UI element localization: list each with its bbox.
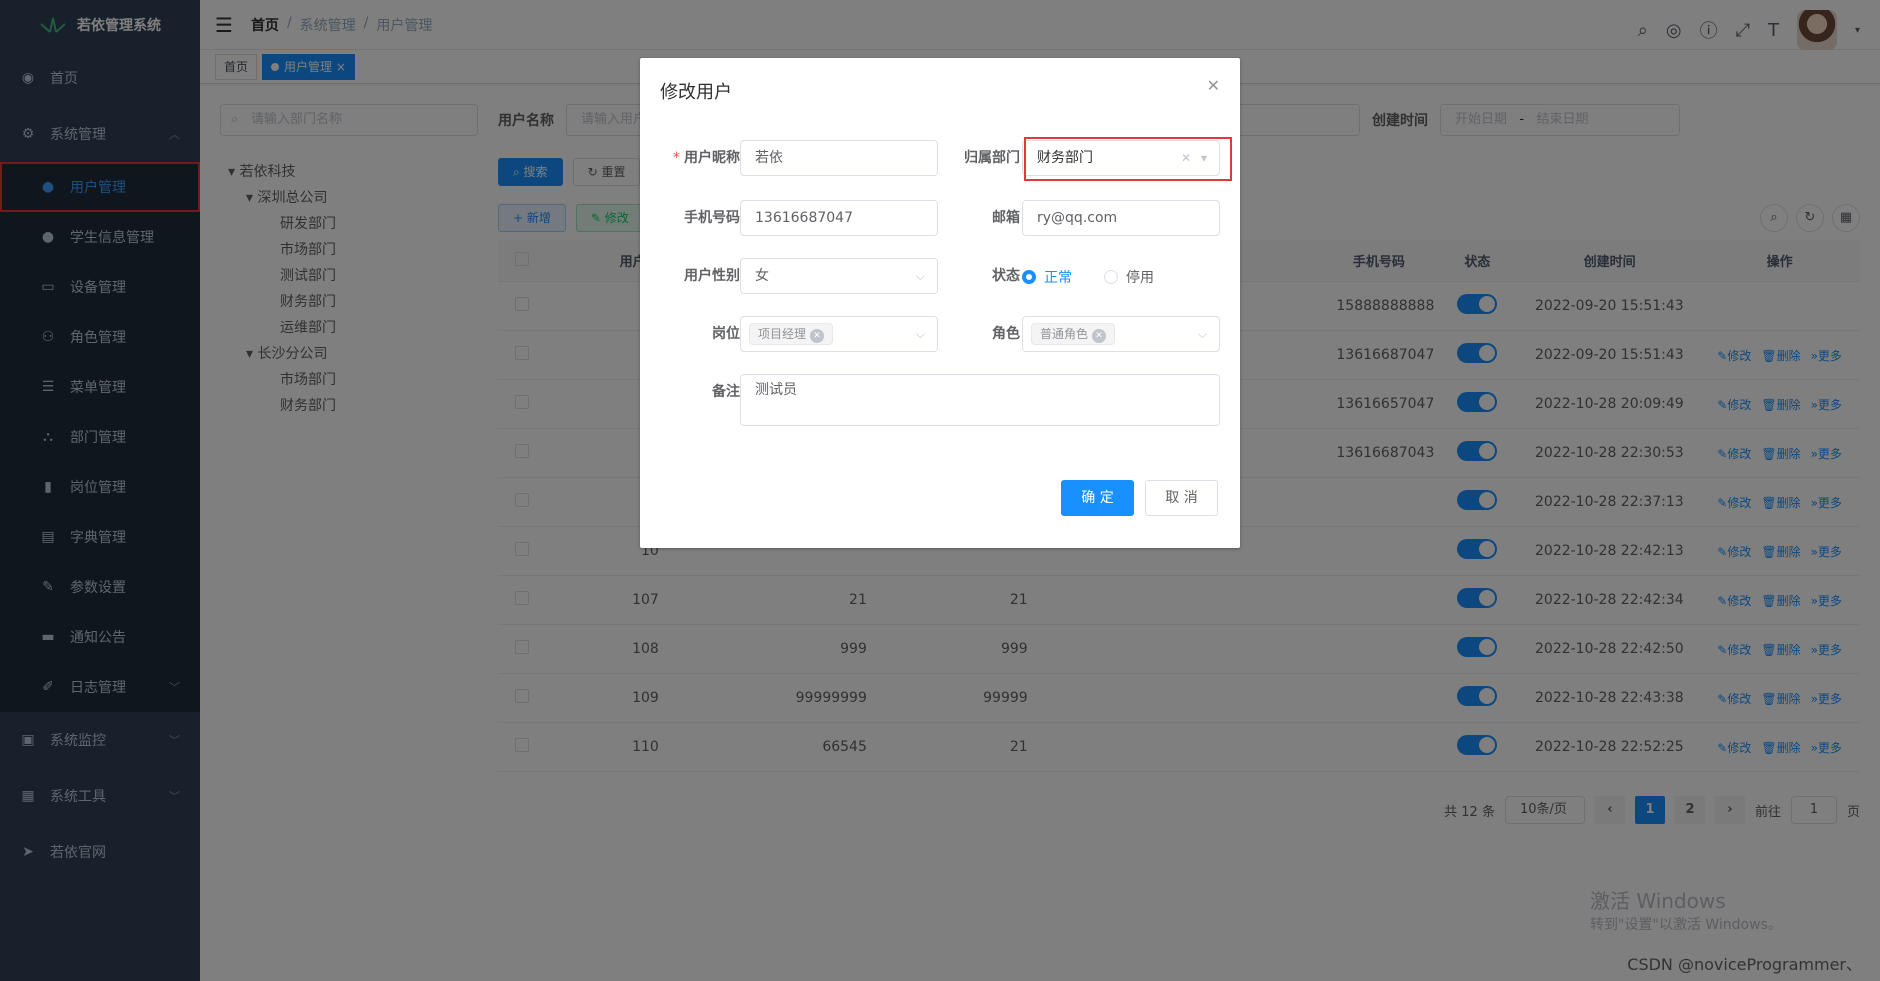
nick-label: * 用户昵称 (673, 150, 740, 166)
gender-label: 用户性别 (684, 268, 740, 284)
edit-user-dialog: 修改用户 ✕ * 用户昵称 若依 归属部门 财务部门 ✕ ▾ 手机号码 1361668… (640, 58, 1240, 548)
email-input[interactable]: ry@qq.com (1022, 200, 1220, 236)
dept-label: 归属部门 (964, 150, 1020, 166)
cancel-button[interactable]: 取 消 (1145, 480, 1218, 516)
role-label: 角色 (992, 326, 1020, 342)
remark-textarea[interactable]: 测试员 (740, 374, 1220, 426)
nick-input[interactable]: 若依 (740, 140, 938, 176)
post-select[interactable]: 项目经理 ✕ ⌵ (740, 316, 938, 352)
radio-unchecked-icon (1104, 270, 1118, 284)
post-tag: 项目经理 ✕ (749, 323, 834, 345)
status-label: 状态 (992, 268, 1020, 284)
close-icon: ✕ (810, 329, 825, 343)
phone-input[interactable]: 13616687047 (740, 200, 938, 236)
radio-checked-icon (1022, 270, 1036, 284)
status-radio-on[interactable]: 正常 (1022, 267, 1072, 287)
status-radio-off[interactable]: 停用 (1104, 267, 1154, 287)
chevron-down-icon: ⌵ (1197, 327, 1207, 341)
dialog-title: 修改用户 (660, 82, 732, 103)
remark-label: 备注 (712, 384, 740, 400)
post-label: 岗位 (712, 326, 740, 342)
role-select[interactable]: 普通角色 ✕ ⌵ (1022, 316, 1220, 352)
role-tag: 普通角色 ✕ (1031, 323, 1116, 345)
confirm-button[interactable]: 确 定 (1061, 480, 1134, 516)
phone-label: 手机号码 (684, 210, 740, 226)
email-label: 邮箱 (992, 210, 1020, 226)
close-icon: ✕ (1092, 329, 1107, 343)
gender-select[interactable]: 女 ⌵ (740, 258, 938, 294)
highlight-box (1024, 137, 1232, 181)
close-icon[interactable]: ✕ (1207, 76, 1220, 95)
